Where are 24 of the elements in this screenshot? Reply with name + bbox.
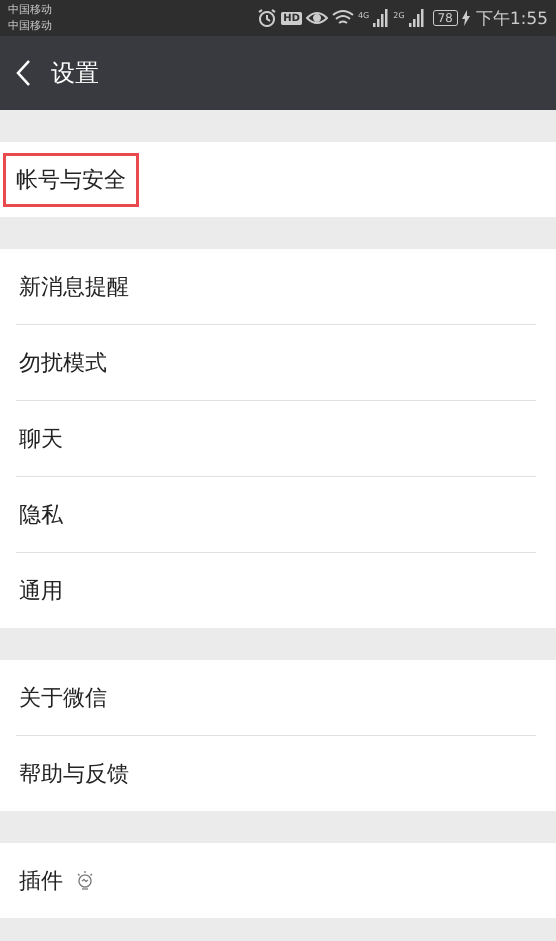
alarm-icon xyxy=(257,8,278,28)
network-type: 2G xyxy=(393,10,405,20)
carrier-name: 中国移动 xyxy=(8,2,52,18)
settings-item[interactable]: 通用 xyxy=(16,568,66,612)
battery-level: 78 xyxy=(432,10,458,26)
settings-item[interactable]: 勿扰模式 xyxy=(16,340,110,384)
page-title: 设置 xyxy=(51,58,99,89)
network-type: 4G xyxy=(358,10,370,20)
settings-item[interactable]: 帐号与安全 xyxy=(3,152,139,206)
eye-icon xyxy=(306,10,328,26)
signal-icon xyxy=(408,9,425,27)
settings-item[interactable]: 帮助与反馈 xyxy=(16,752,132,796)
charging-icon xyxy=(462,10,470,26)
hd-badge: HD xyxy=(281,12,302,24)
settings-item[interactable]: 插件 xyxy=(16,858,66,902)
back-icon[interactable] xyxy=(15,59,31,87)
settings-item[interactable]: 新消息提醒 xyxy=(16,264,132,308)
settings-item[interactable]: 关于微信 xyxy=(16,676,110,720)
carrier-name: 中国移动 xyxy=(8,18,52,34)
light-bulb-icon xyxy=(76,870,94,892)
settings-item[interactable]: 隐私 xyxy=(16,492,66,536)
clock-time: 下午1:55 xyxy=(476,8,548,30)
signal-icon xyxy=(373,9,390,27)
settings-item[interactable]: 聊天 xyxy=(16,416,66,460)
